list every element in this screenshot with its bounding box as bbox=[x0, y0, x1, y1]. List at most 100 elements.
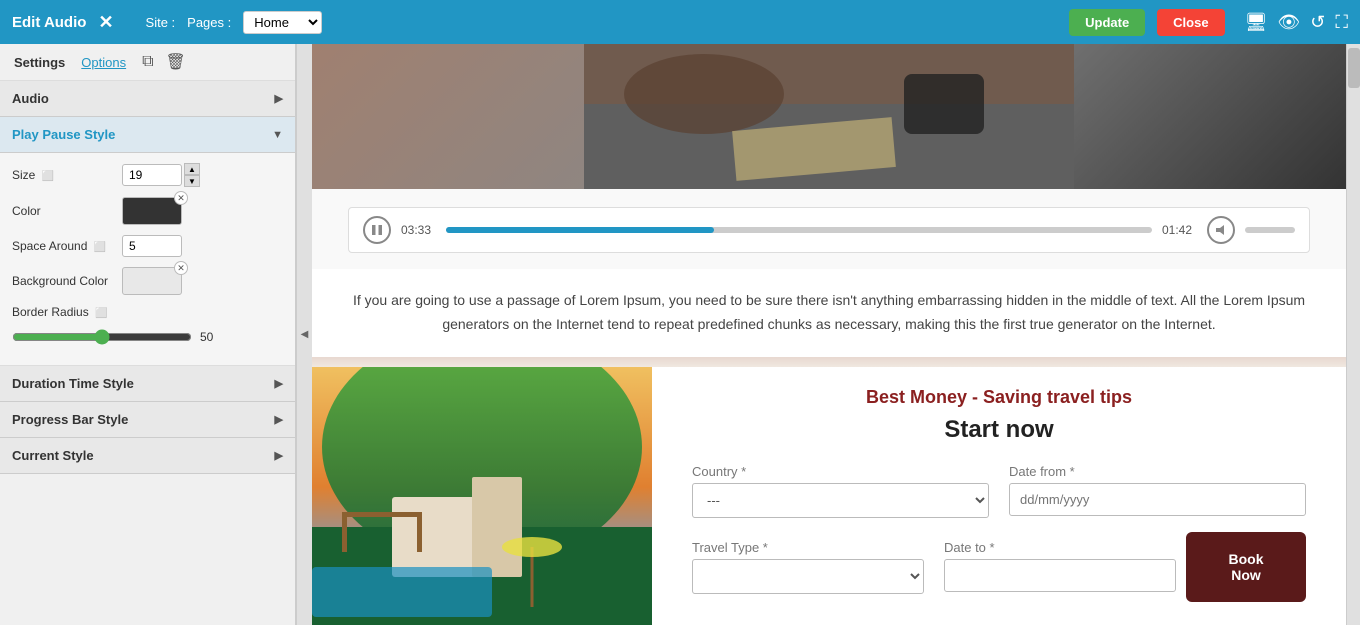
tab-bar: Settings Options ⧉ 🗑 bbox=[0, 44, 295, 81]
travel-section: Best Money - Saving travel tips Start no… bbox=[312, 367, 1346, 625]
form-row-2-with-btn: Travel Type * Date to * BookNow bbox=[692, 532, 1306, 602]
pages-select[interactable]: Home About Contact bbox=[243, 11, 322, 34]
pause-button[interactable] bbox=[363, 216, 391, 244]
volume-button[interactable] bbox=[1207, 216, 1235, 244]
left-panel: Settings Options ⧉ 🗑 Audio ▶ Play Pause … bbox=[0, 44, 296, 625]
bg-color-label: Background Color bbox=[12, 274, 122, 288]
bg-color-field-row: Background Color ✕ bbox=[12, 267, 283, 295]
main-layout: Settings Options ⧉ 🗑 Audio ▶ Play Pause … bbox=[0, 44, 1360, 625]
progress-bar-label: Progress Bar Style bbox=[12, 412, 128, 427]
audio-section-header[interactable]: Audio ▶ bbox=[0, 81, 295, 117]
date-from-label: Date from * bbox=[1009, 464, 1306, 479]
color-swatch[interactable] bbox=[122, 197, 182, 225]
current-style-label: Current Style bbox=[12, 448, 94, 463]
tab-options[interactable]: Options bbox=[77, 53, 130, 72]
current-style-section-header[interactable]: Current Style ▶ bbox=[0, 438, 295, 474]
app-title: Edit Audio bbox=[12, 14, 86, 31]
play-pause-section-content: Size ⬜ ▲ ▼ Color bbox=[0, 153, 295, 366]
history-icon[interactable]: ↺ bbox=[1310, 12, 1325, 33]
border-radius-field-row: Border Radius ⬜ bbox=[12, 305, 283, 319]
total-time: 01:42 bbox=[1162, 223, 1197, 237]
right-scrollbar[interactable] bbox=[1346, 44, 1360, 625]
date-to-group: Date to * bbox=[944, 540, 1176, 594]
book-now-button[interactable]: BookNow bbox=[1186, 532, 1306, 602]
close-x-button[interactable]: ✕ bbox=[98, 12, 113, 33]
progress-fill bbox=[446, 227, 714, 233]
bg-color-swatch-wrap: ✕ bbox=[122, 267, 182, 295]
desktop-icon[interactable]: 🖥 bbox=[1245, 12, 1268, 33]
travel-form-area: Best Money - Saving travel tips Start no… bbox=[652, 367, 1346, 625]
update-button[interactable]: Update bbox=[1069, 9, 1145, 36]
audio-arrow-icon: ▶ bbox=[275, 92, 283, 105]
network-icon[interactable]: ⛶ bbox=[1335, 12, 1348, 33]
progress-bar[interactable] bbox=[446, 227, 1152, 233]
size-input[interactable] bbox=[122, 164, 182, 186]
color-swatch-wrap: ✕ bbox=[122, 197, 182, 225]
volume-slider[interactable] bbox=[1245, 227, 1295, 233]
border-radius-slider-wrap: 50 bbox=[12, 329, 283, 355]
pause-icon bbox=[371, 224, 383, 236]
trash-icon[interactable]: 🗑 bbox=[166, 52, 186, 72]
color-clear-button[interactable]: ✕ bbox=[174, 191, 188, 205]
play-pause-section-header[interactable]: Play Pause Style ▼ bbox=[0, 117, 295, 153]
section-divider bbox=[312, 357, 1346, 367]
collapse-panel-button[interactable]: ◀ bbox=[296, 44, 312, 625]
br-monitor-icon: ⬜ bbox=[95, 308, 107, 319]
space-around-label: Space Around ⬜ bbox=[12, 239, 122, 253]
audio-image-svg bbox=[584, 44, 1074, 189]
travel-type-label: Travel Type * bbox=[692, 540, 924, 555]
border-radius-slider[interactable] bbox=[12, 329, 192, 345]
space-around-input[interactable] bbox=[122, 235, 182, 257]
copy-icon[interactable]: ⧉ bbox=[142, 53, 153, 71]
size-spinners: ▲ ▼ bbox=[184, 163, 200, 187]
play-pause-section-label: Play Pause Style bbox=[12, 127, 115, 142]
date-to-input[interactable] bbox=[944, 559, 1176, 592]
audio-section: 03:33 01:42 bbox=[312, 44, 1346, 269]
size-field-row: Size ⬜ ▲ ▼ bbox=[12, 163, 283, 187]
site-label: Site : bbox=[146, 15, 176, 30]
country-group: Country * --- bbox=[692, 464, 989, 518]
date-to-label: Date to * bbox=[944, 540, 1176, 555]
close-button[interactable]: Close bbox=[1157, 9, 1224, 36]
travel-title: Best Money - Saving travel tips bbox=[692, 387, 1306, 408]
bg-color-clear-button[interactable]: ✕ bbox=[174, 261, 188, 275]
content-area: 03:33 01:42 bbox=[312, 44, 1346, 625]
space-monitor-icon: ⬜ bbox=[94, 242, 106, 253]
country-label: Country * bbox=[692, 464, 989, 479]
country-select[interactable]: --- bbox=[692, 483, 989, 518]
travel-image bbox=[312, 367, 652, 625]
border-radius-label: Border Radius ⬜ bbox=[12, 305, 122, 319]
progress-bar-section-header[interactable]: Progress Bar Style ▶ bbox=[0, 402, 295, 438]
lorem-text: If you are going to use a passage of Lor… bbox=[352, 289, 1306, 337]
travel-subtitle: Start now bbox=[692, 416, 1306, 444]
size-input-wrap: ▲ ▼ bbox=[122, 163, 200, 187]
date-from-input[interactable] bbox=[1009, 483, 1306, 516]
right-content: 03:33 01:42 bbox=[312, 44, 1346, 625]
form-row-1: Country * --- Date from * bbox=[692, 464, 1306, 518]
size-monitor-icon: ⬜ bbox=[42, 171, 54, 182]
border-radius-value: 50 bbox=[200, 330, 224, 344]
travel-image-svg bbox=[312, 367, 652, 625]
tab-settings[interactable]: Settings bbox=[10, 53, 69, 72]
play-pause-arrow-icon: ▼ bbox=[272, 129, 283, 141]
travel-type-group: Travel Type * bbox=[692, 540, 924, 594]
bg-color-swatch[interactable] bbox=[122, 267, 182, 295]
travel-type-select[interactable] bbox=[692, 559, 924, 594]
audio-section-label: Audio bbox=[12, 91, 49, 106]
pages-label: Pages : bbox=[187, 15, 231, 30]
space-around-field-row: Space Around ⬜ bbox=[12, 235, 283, 257]
top-icons: 🖥 👁 ↺ ⛶ bbox=[1245, 12, 1348, 33]
top-header: Edit Audio ✕ Site : Pages : Home About C… bbox=[0, 0, 1360, 44]
size-down-button[interactable]: ▼ bbox=[184, 175, 200, 187]
date-from-group: Date from * bbox=[1009, 464, 1306, 518]
audio-image bbox=[312, 44, 1346, 189]
volume-icon bbox=[1215, 224, 1227, 236]
scrollbar-thumb[interactable] bbox=[1348, 48, 1360, 88]
size-up-button[interactable]: ▲ bbox=[184, 163, 200, 175]
audio-player-bar: 03:33 01:42 bbox=[348, 207, 1310, 253]
color-label: Color bbox=[12, 204, 122, 218]
eye-icon[interactable]: 👁 bbox=[1277, 12, 1300, 33]
current-time: 03:33 bbox=[401, 223, 436, 237]
progress-bar-arrow-icon: ▶ bbox=[275, 413, 283, 426]
duration-time-section-header[interactable]: Duration Time Style ▶ bbox=[0, 366, 295, 402]
